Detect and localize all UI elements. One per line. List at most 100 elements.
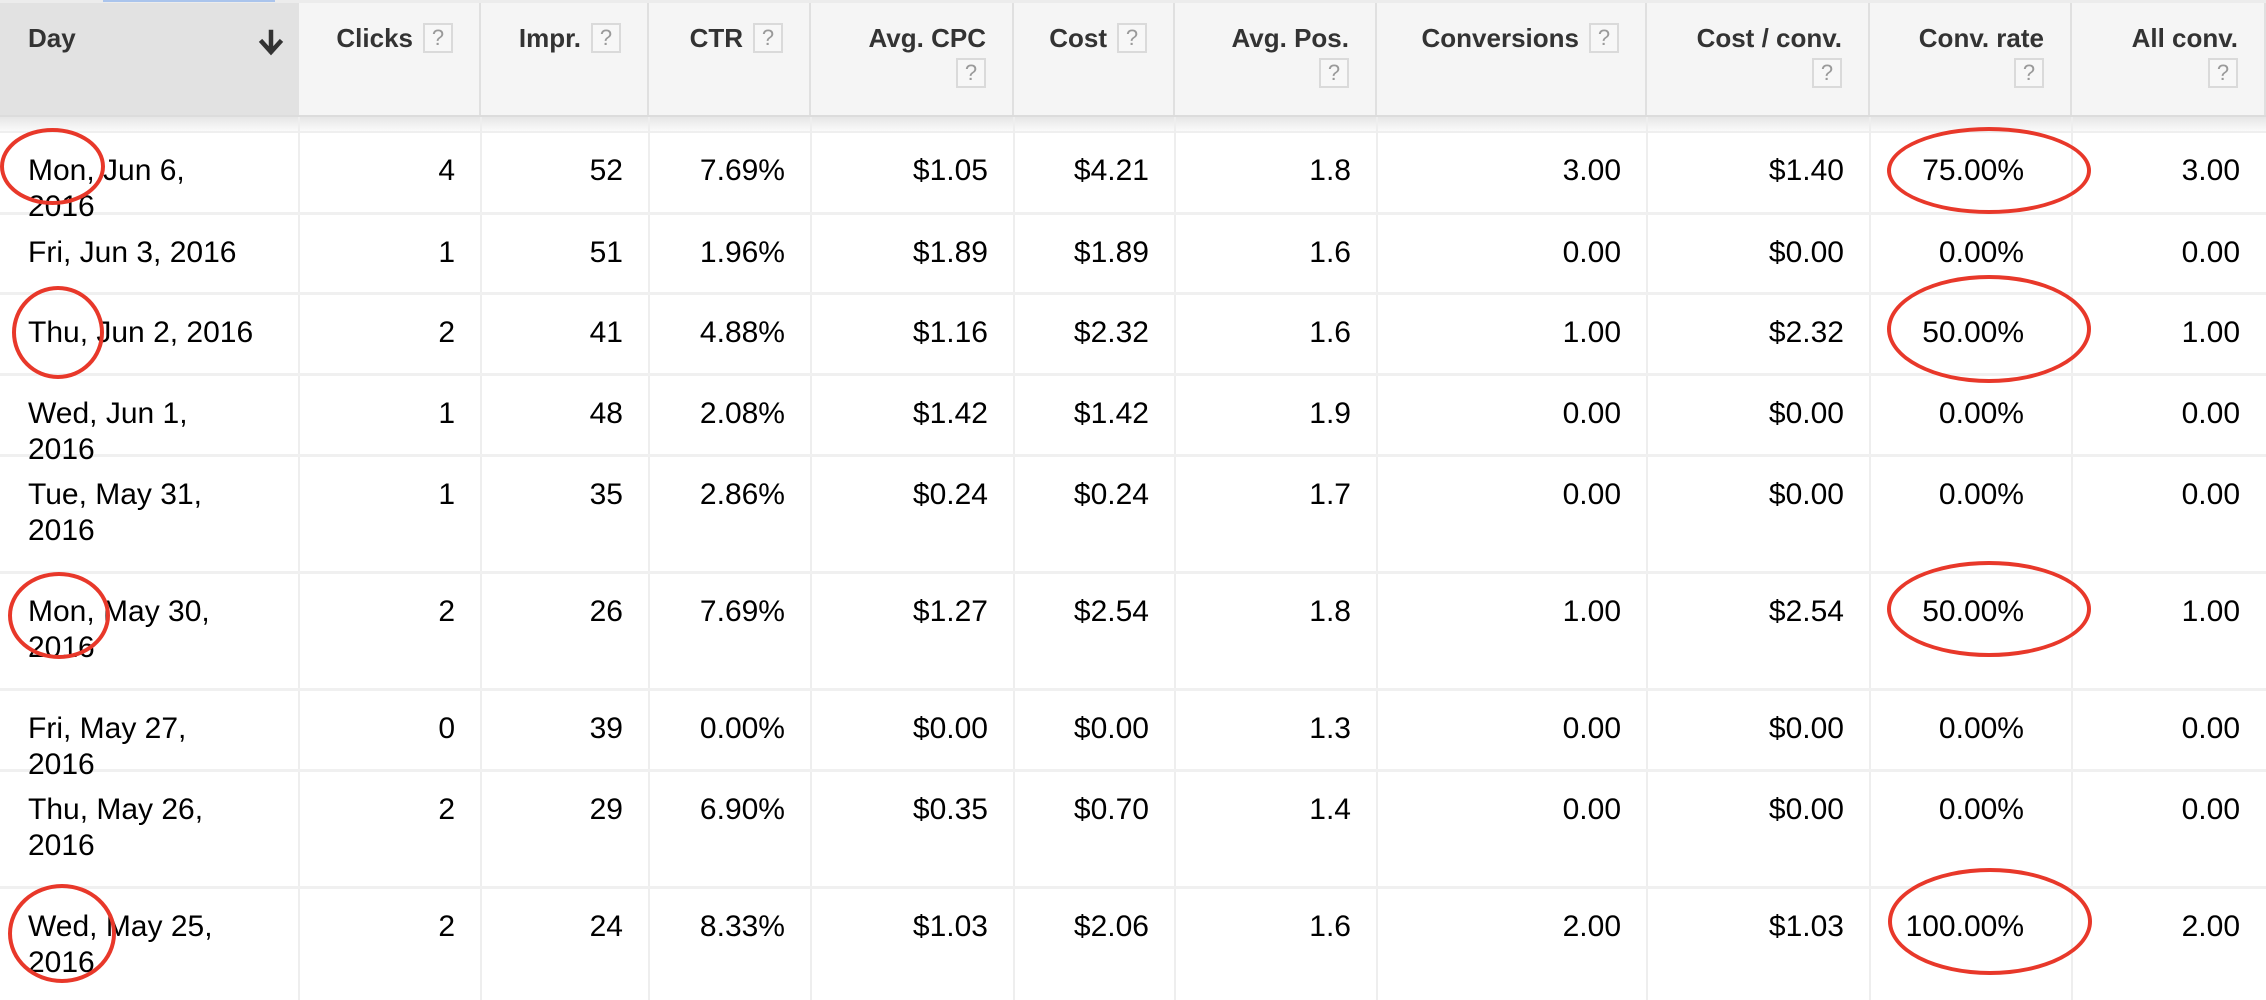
column-divider <box>810 117 812 1000</box>
cell-all_conv: 3.00 <box>2181 154 2240 187</box>
cell-cost_per_conv: $1.03 <box>1768 910 1844 943</box>
cell-conversions: 2.00 <box>1562 910 1621 943</box>
cell-day[interactable]: Thu, May 26, 2016 <box>28 792 258 864</box>
cell-day[interactable]: Mon, May 30, 2016 <box>28 594 258 666</box>
cell-all_conv: 0.00 <box>2181 478 2240 511</box>
cell-conv_rate: 0.00% <box>1938 397 2024 430</box>
cell-day[interactable]: Tue, May 31, 2016 <box>28 477 258 549</box>
cell-conv_rate: 50.00% <box>1922 316 2024 349</box>
column-header-avg_pos[interactable]: Avg. Pos.? <box>1175 3 1377 115</box>
cell-conv_rate: 0.00% <box>1938 478 2024 511</box>
column-divider <box>1013 117 1015 1000</box>
help-icon[interactable]: ? <box>2014 58 2044 88</box>
row-divider <box>0 886 2266 889</box>
cell-avg_cpc: $1.89 <box>912 236 988 269</box>
help-icon[interactable]: ? <box>1117 23 1147 53</box>
column-label-text: Conversions <box>1421 23 1580 53</box>
row-divider <box>0 769 2266 772</box>
help-icon[interactable]: ? <box>753 23 783 53</box>
column-header-label: Clicks? <box>336 23 453 54</box>
column-header-label: Avg. Pos. <box>1231 23 1349 54</box>
cell-cost_per_conv: $0.00 <box>1768 397 1844 430</box>
column-header-clicks[interactable]: Clicks? <box>299 3 481 115</box>
column-header-label: Impr.? <box>519 23 621 54</box>
column-header-label: Conversions? <box>1421 23 1619 54</box>
help-icon[interactable]: ? <box>956 58 986 88</box>
row-divider <box>0 571 2266 574</box>
cell-avg_pos: 1.7 <box>1309 478 1351 511</box>
cell-impr: 51 <box>589 236 623 269</box>
row-divider <box>0 212 2266 215</box>
help-icon[interactable]: ? <box>591 23 621 53</box>
cell-all_conv: 0.00 <box>2181 712 2240 745</box>
cell-avg_cpc: $0.00 <box>912 712 988 745</box>
column-label-text: Cost / conv. <box>1696 23 1842 53</box>
cell-impr: 39 <box>589 712 623 745</box>
column-header-cost_per_conv[interactable]: Cost / conv.? <box>1647 3 1870 115</box>
cell-conversions: 0.00 <box>1562 397 1621 430</box>
cell-cost_per_conv: $0.00 <box>1768 712 1844 745</box>
cell-conversions: 1.00 <box>1562 316 1621 349</box>
help-icon[interactable]: ? <box>1319 58 1349 88</box>
column-header-conv_rate[interactable]: Conv. rate? <box>1870 3 2072 115</box>
cell-clicks: 2 <box>438 793 455 826</box>
cell-avg_pos: 1.4 <box>1309 793 1351 826</box>
help-icon[interactable]: ? <box>1812 58 1842 88</box>
column-header-day[interactable]: Day <box>0 3 299 115</box>
cell-all_conv: 0.00 <box>2181 397 2240 430</box>
cell-conv_rate: 0.00% <box>1938 712 2024 745</box>
cell-cost: $0.70 <box>1073 793 1149 826</box>
cell-cost_per_conv: $2.32 <box>1768 316 1844 349</box>
cell-conv_rate: 50.00% <box>1922 595 2024 628</box>
column-header-ctr[interactable]: CTR? <box>649 3 811 115</box>
sort-descending-arrow-icon[interactable] <box>258 29 284 57</box>
cell-conversions: 1.00 <box>1562 595 1621 628</box>
column-label-text: Clicks <box>336 23 413 53</box>
cell-day[interactable]: Wed, May 25, 2016 <box>28 909 258 981</box>
column-divider <box>2071 117 2073 1000</box>
cell-clicks: 2 <box>438 316 455 349</box>
cell-impr: 29 <box>589 793 623 826</box>
cell-clicks: 1 <box>438 478 455 511</box>
cell-day[interactable]: Fri, May 27, 2016 <box>28 711 258 783</box>
cell-cost_per_conv: $2.54 <box>1768 595 1844 628</box>
cell-ctr: 2.86% <box>699 478 785 511</box>
cell-all_conv: 0.00 <box>2181 236 2240 269</box>
help-icon[interactable]: ? <box>2208 58 2238 88</box>
cell-conv_rate: 0.00% <box>1938 793 2024 826</box>
cell-day[interactable]: Thu, Jun 2, 2016 <box>28 315 258 351</box>
row-divider <box>0 292 2266 295</box>
column-divider <box>1174 117 1176 1000</box>
cell-all_conv: 1.00 <box>2181 595 2240 628</box>
help-icon[interactable]: ? <box>423 23 453 53</box>
cell-avg_pos: 1.3 <box>1309 712 1351 745</box>
column-label-text: Impr. <box>518 23 581 53</box>
cell-clicks: 2 <box>438 910 455 943</box>
cell-day[interactable]: Wed, Jun 1, 2016 <box>28 396 258 468</box>
cell-all_conv: 2.00 <box>2181 910 2240 943</box>
cell-all_conv: 1.00 <box>2181 316 2240 349</box>
column-header-label: All conv. <box>2132 23 2238 54</box>
column-header-impr[interactable]: Impr.? <box>481 3 649 115</box>
column-header-all_conv[interactable]: All conv.? <box>2072 3 2266 115</box>
cell-clicks: 1 <box>438 397 455 430</box>
cell-day[interactable]: Fri, Jun 3, 2016 <box>28 235 258 271</box>
column-header-label: Cost / conv. <box>1697 23 1842 54</box>
cell-day[interactable]: Mon, Jun 6, 2016 <box>28 153 258 225</box>
cell-avg_cpc: $1.16 <box>912 316 988 349</box>
cell-ctr: 7.69% <box>699 595 785 628</box>
column-divider <box>1869 117 1871 1000</box>
cell-clicks: 4 <box>438 154 455 187</box>
cell-impr: 41 <box>589 316 623 349</box>
help-icon[interactable]: ? <box>1589 23 1619 53</box>
column-header-conversions[interactable]: Conversions? <box>1377 3 1647 115</box>
cell-ctr: 6.90% <box>699 793 785 826</box>
cell-clicks: 2 <box>438 595 455 628</box>
cell-impr: 24 <box>589 910 623 943</box>
column-divider <box>1646 117 1648 1000</box>
cell-conv_rate: 100.00% <box>1905 910 2024 943</box>
cell-impr: 35 <box>589 478 623 511</box>
column-header-cost[interactable]: Cost? <box>1014 3 1175 115</box>
row-divider <box>0 454 2266 457</box>
column-header-avg_cpc[interactable]: Avg. CPC? <box>811 3 1014 115</box>
